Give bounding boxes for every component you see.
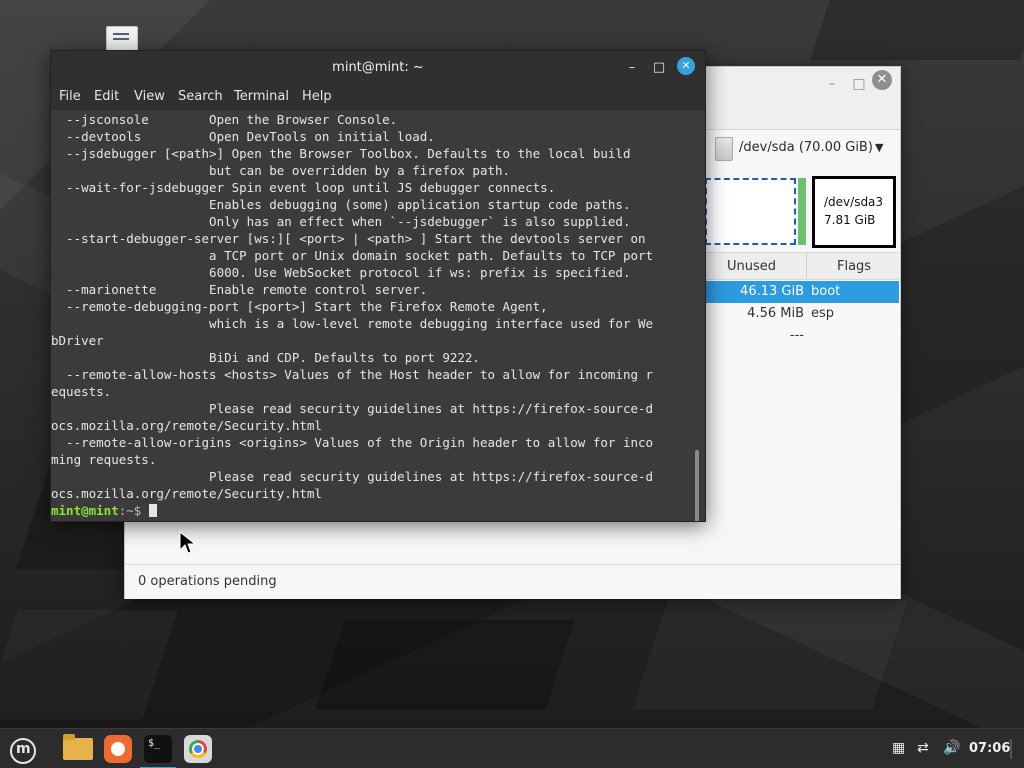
output-line: BiDi and CDP. Defaults to port 9222. <box>51 350 480 365</box>
desktop-computer-icon[interactable] <box>106 26 138 52</box>
menu-file[interactable]: File <box>59 89 81 104</box>
wallpaper-shape <box>810 0 1024 60</box>
taskbar: m $_ ▦ ⇄ 🔊 07:06 <box>0 728 1024 768</box>
linux-mint-icon: m <box>10 738 36 764</box>
volume-icon[interactable]: 🔊 <box>943 740 960 756</box>
status-bar: 0 operations pending <box>125 564 900 599</box>
output-line: Only has an effect when `--jsdebugger` i… <box>51 214 631 229</box>
taskbar-firefox[interactable] <box>100 732 136 766</box>
maximize-icon[interactable]: □ <box>648 58 670 78</box>
terminal-output[interactable]: --jsconsole Open the Browser Console. --… <box>51 110 705 521</box>
cell-flags: esp <box>811 306 835 321</box>
menu-view[interactable]: View <box>134 89 165 104</box>
prompt-line: mint@mint:~$ <box>51 502 157 519</box>
output-line: Enables debugging (some) application sta… <box>51 197 631 212</box>
hard-disk-icon <box>715 137 733 161</box>
menu-help[interactable]: Help <box>302 89 332 104</box>
table-row[interactable]: 4.56 MiB esp <box>705 303 899 325</box>
terminal-titlebar[interactable]: mint@mint: ~ – □ ✕ <box>51 51 705 85</box>
output-line: --jsconsole Open the Browser Console. <box>51 112 398 127</box>
output-line: which is a low-level remote debugging in… <box>51 316 654 331</box>
output-line: 6000. Use WebSocket protocol if ws: pref… <box>51 265 631 280</box>
maximize-icon[interactable]: □ <box>848 73 870 95</box>
output-line: --jsdebugger [<path>] Open the Browser T… <box>51 146 631 161</box>
output-line: --start-debugger-server [ws:][ <port> | … <box>51 231 646 246</box>
wallpaper-shape <box>632 600 908 710</box>
notes-icon[interactable]: ▦ <box>892 740 905 756</box>
folder-icon <box>63 734 93 760</box>
close-icon[interactable]: ✕ <box>872 70 892 90</box>
output-line: bDriver <box>51 333 104 348</box>
terminal-icon: $_ <box>144 735 172 763</box>
output-line: but can be overridden by a firefox path. <box>51 163 511 178</box>
cell-unused: --- <box>789 328 804 343</box>
menu-search[interactable]: Search <box>178 89 223 104</box>
menu-button[interactable]: m <box>2 732 38 766</box>
taskbar-terminal[interactable]: $_ <box>140 732 176 768</box>
text-cursor <box>148 504 157 517</box>
partition-block[interactable] <box>705 178 796 245</box>
table-row[interactable]: 46.13 GiB boot <box>705 281 899 303</box>
window-title: mint@mint: ~ <box>332 60 424 75</box>
output-line: Please read security guidelines at https… <box>51 401 654 416</box>
device-selector[interactable]: /dev/sda (70.00 GiB) ▼ <box>715 135 899 161</box>
partition-block-selected[interactable]: /dev/sda3 7.81 GiB <box>812 176 896 248</box>
cell-unused: 4.56 MiB <box>747 306 804 321</box>
output-line: ocs.mozilla.org/remote/Security.html <box>51 418 322 433</box>
output-line: --devtools Open DevTools on initial load… <box>51 129 435 144</box>
output-line: a TCP port or Unix domain socket path. D… <box>51 248 654 263</box>
output-line: ming requests. <box>51 452 157 467</box>
output-line: --marionette Enable remote control serve… <box>51 282 428 297</box>
operations-pending-label: 0 operations pending <box>138 574 277 589</box>
taskbar-files[interactable] <box>60 732 96 766</box>
partition-name: /dev/sda3 <box>824 195 884 209</box>
partition-size: 7.81 GiB <box>824 213 876 227</box>
menu-terminal[interactable]: Terminal <box>234 89 289 104</box>
output-line: --remote-debugging-port [<port>] Start t… <box>51 299 548 314</box>
cell-flags: boot <box>811 284 841 299</box>
minimize-icon[interactable]: – <box>621 58 643 78</box>
output-line: equests. <box>51 384 112 399</box>
chrome-icon <box>184 735 212 763</box>
output-line: Please read security guidelines at https… <box>51 469 654 484</box>
scrollbar[interactable] <box>695 450 699 521</box>
column-header-unused[interactable]: Unused <box>705 253 807 279</box>
taskbar-chrome[interactable] <box>180 732 216 766</box>
output-line: --remote-allow-hosts <hosts> Values of t… <box>51 367 654 382</box>
cell-unused: 46.13 GiB <box>740 284 804 299</box>
device-label: /dev/sda (70.00 GiB) <box>739 140 873 155</box>
terminal-window: mint@mint: ~ – □ ✕ File Edit View Search… <box>50 50 706 522</box>
partition-graph: /dev/sda3 7.81 GiB <box>705 176 900 248</box>
output-line: --remote-allow-origins <origins> Values … <box>51 435 654 450</box>
mouse-pointer-icon <box>179 531 197 554</box>
show-desktop-button[interactable] <box>1010 739 1012 759</box>
minimize-icon[interactable]: – <box>821 73 843 95</box>
clock[interactable]: 07:06 <box>969 741 1010 756</box>
output-line: --wait-for-jsdebugger Spin event loop un… <box>51 180 556 195</box>
wallpaper-shape <box>0 610 178 720</box>
output-line: ocs.mozilla.org/remote/Security.html <box>51 486 322 501</box>
column-header-flags[interactable]: Flags <box>807 253 899 279</box>
wallpaper-shape <box>315 620 575 710</box>
chevron-down-icon: ▼ <box>875 141 884 154</box>
partition-block-esp[interactable] <box>798 178 806 245</box>
table-row[interactable]: --- <box>705 325 899 347</box>
network-disconnected-icon[interactable]: ⇄ <box>917 740 929 756</box>
firefox-icon <box>104 735 132 763</box>
prompt-user: mint@mint <box>51 503 119 518</box>
close-icon[interactable]: ✕ <box>677 57 695 75</box>
menu-bar: File Edit View Search Terminal Help <box>51 85 705 110</box>
menu-edit[interactable]: Edit <box>94 89 119 104</box>
prompt-path: :~$ <box>118 503 149 518</box>
partition-table-header: Unused Flags <box>705 252 899 280</box>
